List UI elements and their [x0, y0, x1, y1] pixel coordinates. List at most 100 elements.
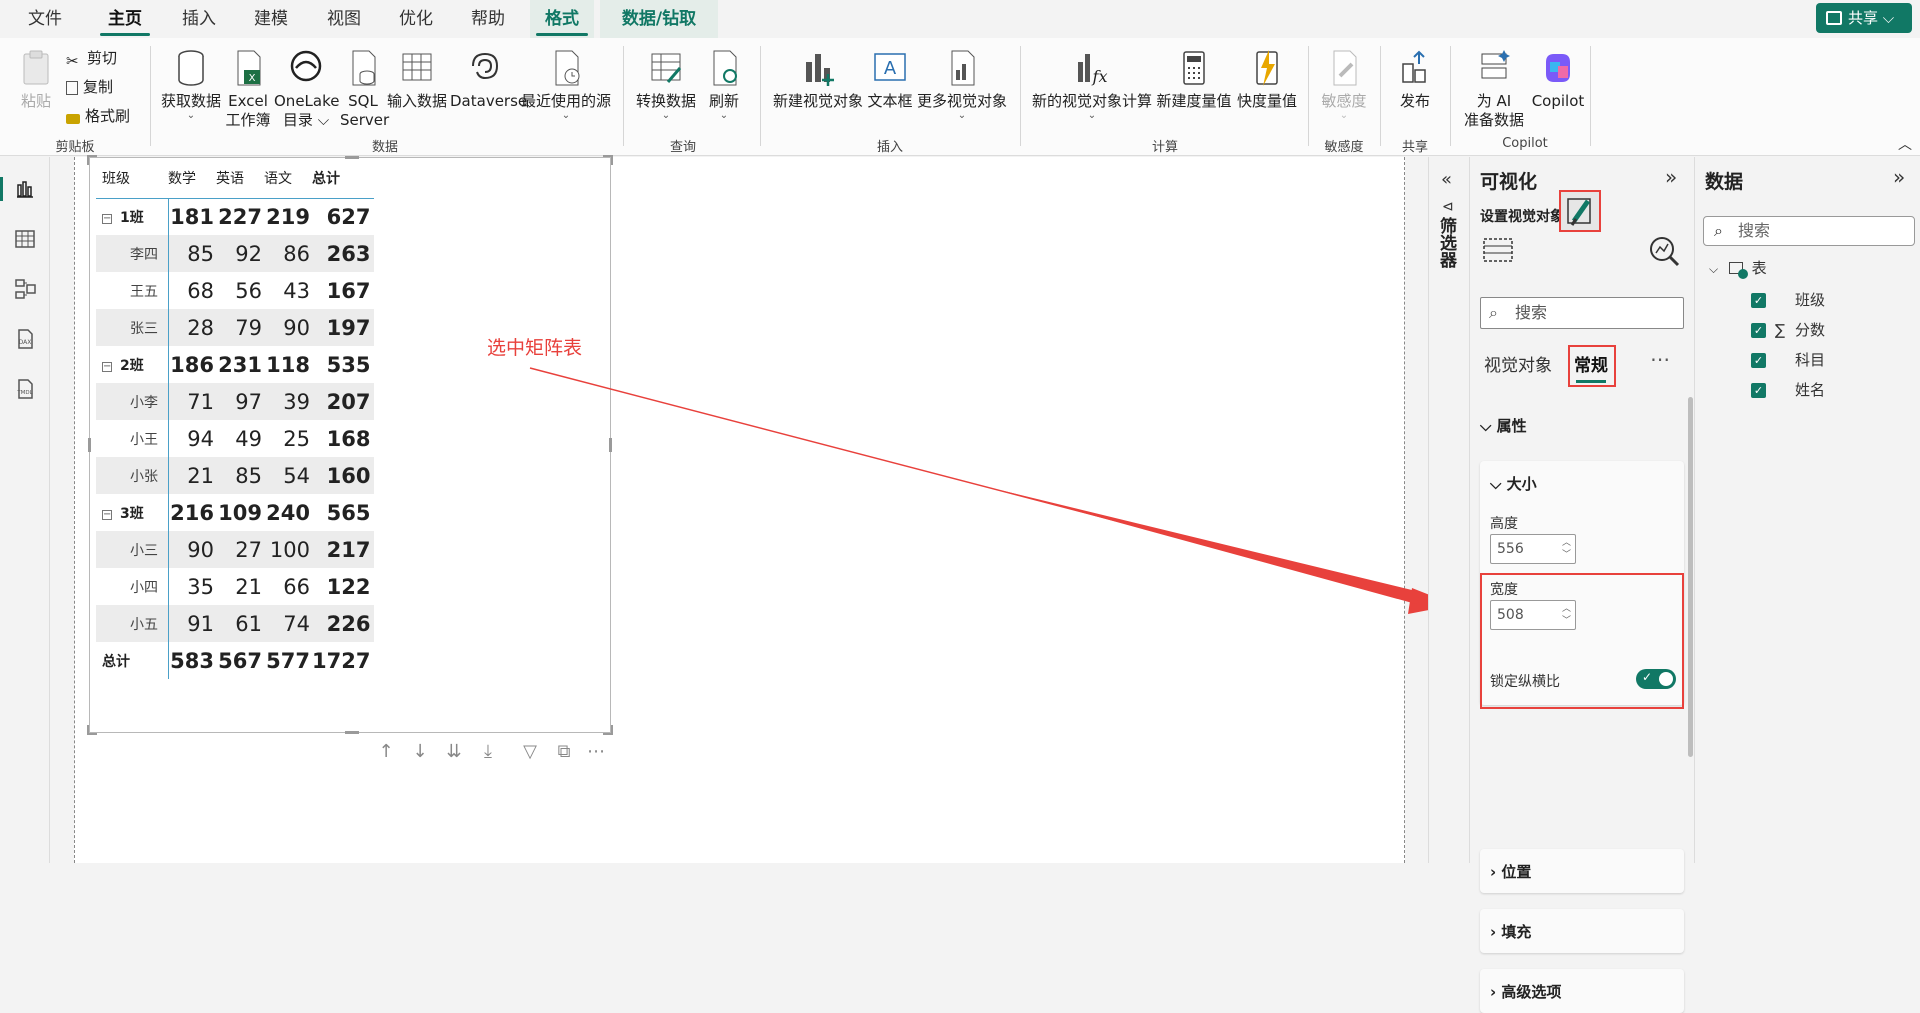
resize-handle[interactable] [88, 438, 91, 452]
expand-filters-icon[interactable]: « [1441, 169, 1452, 190]
header-class[interactable]: 班级 [96, 158, 168, 199]
menu-format[interactable]: 格式 [530, 0, 594, 38]
resize-handle[interactable] [345, 731, 359, 734]
more-options-icon[interactable]: ⋯ [585, 740, 607, 764]
advanced-card[interactable]: › 高级选项 [1480, 969, 1684, 1013]
matrix-row[interactable]: 小三 90 27 100 217 [96, 531, 375, 568]
dax-query-icon[interactable]: DAX [13, 327, 37, 351]
matrix-visual[interactable]: 班级 数学 英语 语文 总计 −1班 181 227 219 627 李四 85 92 86 26… [87, 155, 613, 735]
recent-sources-button[interactable]: 最近使用的源 ⌄ [520, 48, 612, 121]
collapse-icon[interactable]: − [102, 509, 112, 520]
tmdl-view-icon[interactable]: TMDL [13, 377, 37, 401]
format-search-input[interactable]: ⌕ 搜索 [1480, 297, 1684, 329]
resize-handle[interactable] [609, 438, 612, 452]
enter-data-button[interactable]: 输入数据 [386, 48, 448, 111]
menu-file[interactable]: 文件 [14, 0, 76, 38]
quick-measure-button[interactable]: 快度量值 [1234, 48, 1300, 111]
drill-down-icon[interactable]: ↓ [409, 740, 431, 764]
format-visual-icon[interactable] [1560, 191, 1600, 231]
stepper-icon[interactable]: ︿ ﹀ [1562, 603, 1571, 627]
analytics-icon[interactable] [1644, 231, 1684, 271]
resize-handle[interactable] [87, 725, 97, 735]
properties-header[interactable]: ⌵ 属性 [1480, 415, 1527, 436]
matrix-row[interactable]: 小四 35 21 66 122 [96, 568, 374, 605]
focus-mode-icon[interactable]: ⧉ [553, 740, 575, 764]
new-visual-button[interactable]: 新建视觉对象 [770, 48, 866, 111]
matrix-row[interactable]: 小王 94 49 25 168 [96, 420, 374, 457]
menu-help[interactable]: 帮助 [457, 0, 519, 38]
transform-data-button[interactable]: 转换数据 ⌄ [632, 48, 700, 121]
matrix-group-row[interactable]: −3班 216 109 240 565 [96, 494, 374, 531]
copy-button[interactable]: 复制 [66, 77, 113, 97]
fill-card[interactable]: › 填充 [1480, 909, 1684, 953]
lock-aspect-toggle[interactable]: ✓ [1636, 669, 1676, 689]
matrix-row[interactable]: 小张 21 85 54 160 [96, 457, 375, 494]
matrix-total-row[interactable]: 总计 583 567 577 1727 [96, 642, 374, 679]
matrix-row[interactable]: 小五 91 61 74 226 [96, 605, 375, 642]
format-painter-button[interactable]: 格式刷 [66, 106, 130, 126]
model-view-icon[interactable] [13, 277, 37, 301]
build-visual-icon[interactable] [1478, 231, 1518, 271]
field-checkbox[interactable]: ✓ [1751, 293, 1766, 308]
report-page[interactable]: 班级 数学 英语 语文 总计 −1班 181 227 219 627 李四 85 92 86 26… [74, 155, 1405, 863]
textbox-button[interactable]: A 文本框 [866, 48, 914, 111]
collapse-icon[interactable]: − [102, 213, 112, 224]
header-total[interactable]: 总计 [312, 158, 375, 199]
menu-view[interactable]: 视图 [313, 0, 375, 38]
matrix-row[interactable]: 小李 71 97 39 207 [96, 383, 375, 420]
filter-pane-collapsed[interactable]: « ⊲ 筛选器 [1428, 157, 1468, 863]
collapse-pane-icon[interactable]: » [1665, 165, 1677, 189]
matrix-row[interactable]: 王五 68 56 43 167 [96, 272, 374, 309]
field-item[interactable]: ✓ 姓名 [1695, 379, 1915, 401]
width-input[interactable]: 508 ︿ ﹀ [1490, 600, 1576, 630]
tab-general[interactable]: 常规 [1574, 351, 1608, 383]
copilot-button[interactable]: Copilot [1528, 48, 1588, 111]
cut-button[interactable]: ✂ 剪切 [66, 48, 117, 70]
table-node[interactable]: ⌵ 表 [1709, 257, 1767, 279]
resize-handle[interactable] [603, 155, 613, 165]
report-view-icon[interactable] [13, 177, 37, 201]
table-view-icon[interactable] [13, 227, 37, 251]
menu-modeling[interactable]: 建模 [240, 0, 302, 38]
refresh-button[interactable]: 刷新 ⌄ [702, 48, 746, 121]
field-item[interactable]: ✓ ∑ 分数 [1695, 319, 1915, 341]
field-checkbox[interactable]: ✓ [1751, 353, 1766, 368]
menu-data-drill[interactable]: 数据/钻取 [600, 0, 718, 38]
field-item[interactable]: ✓ 班级 [1695, 289, 1915, 311]
height-input[interactable]: 556 ︿ ﹀ [1490, 534, 1576, 564]
get-data-button[interactable]: 获取数据 ⌄ [158, 48, 224, 121]
sql-server-button[interactable]: SQL Server [340, 48, 389, 130]
publish-button[interactable]: 发布 [1390, 48, 1440, 111]
matrix-group-row[interactable]: −1班 181 227 219 627 [96, 198, 374, 235]
header-english[interactable]: 英语 [216, 158, 264, 199]
collapse-ribbon-icon[interactable]: ︿ [1898, 134, 1912, 154]
field-item[interactable]: ✓ 科目 [1695, 349, 1915, 371]
expand-level-icon[interactable]: ⤓ [477, 740, 499, 764]
stepper-icon[interactable]: ︿ ﹀ [1562, 537, 1571, 561]
header-chinese[interactable]: 语文 [264, 158, 312, 199]
menu-home[interactable]: 主页 [94, 0, 156, 38]
matrix-row[interactable]: 张三 28 79 90 197 [96, 309, 375, 346]
sensitivity-button[interactable]: 敏感度 ⌄ [1314, 48, 1374, 121]
resize-handle[interactable] [603, 725, 613, 735]
pane-scrollbar[interactable] [1688, 397, 1693, 757]
more-visuals-button[interactable]: 更多视觉对象 ⌄ [916, 48, 1008, 121]
filter-icon[interactable]: ▽ [519, 740, 541, 764]
data-search-input[interactable]: ⌕ 搜索 [1703, 216, 1915, 246]
field-checkbox[interactable]: ✓ [1751, 323, 1766, 338]
matrix-group-row[interactable]: −2班 186 231 118 535 [96, 346, 374, 383]
collapse-data-pane-icon[interactable]: » [1893, 165, 1905, 189]
menu-insert[interactable]: 插入 [168, 0, 230, 38]
more-options-icon[interactable]: ⋯ [1650, 347, 1670, 371]
new-measure-button[interactable]: 新建度量值 [1154, 48, 1234, 111]
share-button[interactable]: 共享 ⌵ [1816, 3, 1912, 33]
menu-optimize[interactable]: 优化 [385, 0, 447, 38]
onelake-button[interactable]: OneLake 目录 ⌵ [274, 48, 339, 130]
new-visual-calc-button[interactable]: fx 新的视觉对象计算 ⌄ [1030, 48, 1154, 121]
field-checkbox[interactable]: ✓ [1751, 383, 1766, 398]
header-math[interactable]: 数学 [168, 158, 216, 199]
dataverse-button[interactable]: Dataverse [450, 48, 527, 111]
tab-visual[interactable]: 视觉对象 [1484, 351, 1552, 376]
excel-button[interactable]: X Excel 工作簿 [224, 48, 272, 130]
prep-ai-button[interactable]: 为 AI 准备数据 [1458, 48, 1530, 130]
